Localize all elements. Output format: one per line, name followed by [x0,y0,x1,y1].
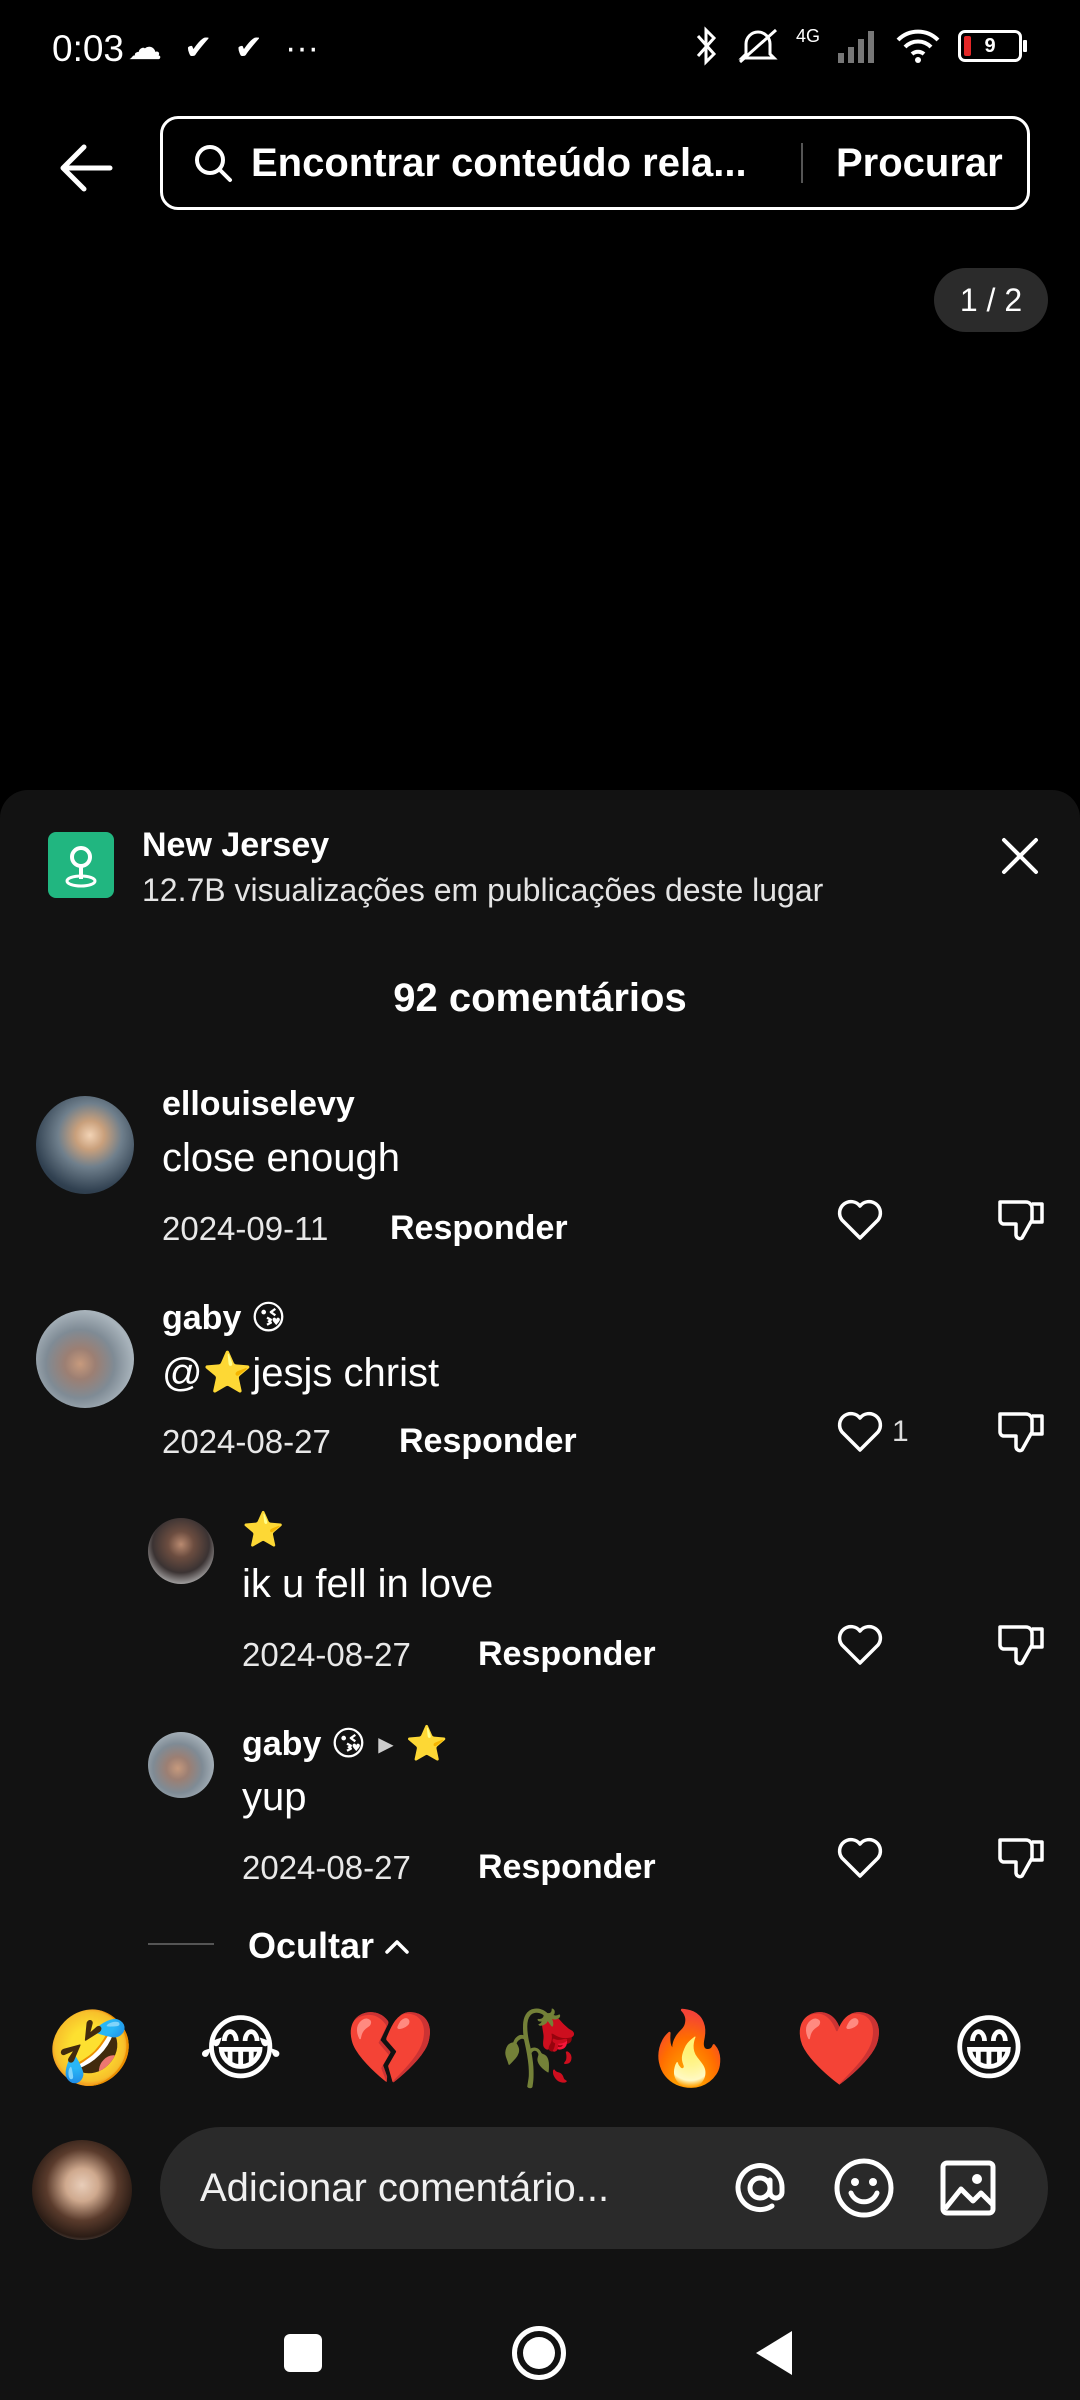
close-icon [1002,838,1038,874]
reply-to-user[interactable]: ⭐ [406,1724,448,1764]
emoji-picker-button[interactable] [832,2156,896,2220]
hide-replies-button[interactable]: Ocultar [248,1925,410,1967]
location-views: 12.7B visualizações em publicações deste… [142,872,824,908]
search-bar[interactable]: Encontrar conteúdo rela... Procurar [160,116,1030,210]
avatar[interactable] [148,1518,214,1584]
wifi-icon [896,29,940,63]
system-nav-bar [0,2290,1080,2400]
comment-date: 2024-09-11 [162,1210,329,1247]
check-icon: ✔ [234,29,264,67]
at-sign-icon [735,2163,785,2213]
comment-username[interactable]: gaby 😘 [162,1298,286,1338]
emoji-button[interactable]: 😁 [934,2006,1044,2091]
status-bar: 0:03 ☁ ✔ ✔ ··· 4G 9 [0,0,1080,100]
emoji-button[interactable]: ❤️ [784,2006,894,2091]
reply-username[interactable]: ⭐ [242,1510,284,1550]
search-divider [801,143,803,183]
reply-author[interactable]: gaby 😘 [242,1724,366,1764]
home-button[interactable] [512,2326,566,2380]
reply-button[interactable]: Responder [399,1422,577,1461]
current-user-avatar[interactable] [32,2140,132,2240]
comment-username[interactable]: ellouiselevy [162,1085,355,1124]
search-input[interactable]: Encontrar conteúdo rela... [251,141,771,186]
smiley-icon [834,2158,894,2218]
home-dot-icon [523,2337,555,2369]
emoji-button[interactable]: 🤣 [36,2006,146,2091]
emoji-button[interactable]: 😂 [186,2006,296,2091]
signal-4g-icon [838,31,874,63]
avatar[interactable] [148,1732,214,1798]
battery-level: 9 [984,34,996,57]
arrow-left-icon [60,144,113,192]
comment-input-placeholder[interactable]: Adicionar comentário... [200,2166,720,2211]
status-right-icons: 4G 9 [692,26,1027,66]
quick-emoji-row: 🤣 😂 💔 🥀 🔥 ❤️ 😁 [36,2006,1044,2091]
comment-input[interactable]: Adicionar comentário... [160,2127,1048,2249]
location-pin-icon [65,846,97,888]
check-icon: ✔ [184,29,213,67]
heart-icon[interactable] [834,1404,886,1456]
location-badge[interactable] [48,832,114,898]
thumbs-down-icon[interactable] [996,1830,1048,1882]
reply-button[interactable]: Responder [478,1848,656,1887]
avatar[interactable] [36,1096,134,1194]
back-triangle-icon[interactable] [752,2328,796,2378]
back-button[interactable] [46,128,126,208]
reply-username[interactable]: gaby 😘 ▶ ⭐ [242,1724,448,1764]
thumbs-down-icon[interactable] [996,1617,1048,1669]
mention-button[interactable] [728,2156,792,2220]
mute-icon [738,28,778,64]
image-attach-button[interactable] [936,2156,1000,2220]
emoji-button[interactable]: 🔥 [635,2006,745,2091]
emoji-button[interactable]: 🥀 [485,2006,595,2091]
comments-count: 92 comentários [393,976,687,1020]
location-name[interactable]: New Jersey [142,826,329,865]
hide-divider [148,1943,214,1945]
caret-right-icon: ▶ [378,1733,394,1756]
heart-icon[interactable] [834,1192,886,1244]
bluetooth-icon [696,26,717,66]
cloud-icon: ☁ [128,29,162,67]
search-button[interactable]: Procurar [836,141,1003,186]
hide-label: Ocultar [248,1925,375,1966]
reply-text: yup [242,1775,307,1819]
close-button[interactable] [996,832,1044,880]
reply-date: 2024-08-27 [242,1849,411,1886]
comment-date: 2024-08-27 [162,1423,331,1460]
thumbs-down-icon[interactable] [996,1404,1048,1456]
emoji-button[interactable]: 💔 [335,2006,445,2091]
network-type-label: 4G [795,26,820,46]
status-left-icons: ☁ ✔ ✔ ··· [128,28,319,68]
heart-icon[interactable] [834,1617,886,1669]
composer-icons [728,2156,1000,2220]
search-icon [195,145,232,182]
chevron-up-icon [385,1940,409,1954]
avatar[interactable] [36,1310,134,1408]
reply-date: 2024-08-27 [242,1636,411,1673]
reply-button[interactable]: Responder [478,1635,656,1674]
reply-button[interactable]: Responder [390,1209,568,1248]
comment-text: close enough [162,1136,400,1180]
image-icon [940,2160,996,2216]
like-count: 1 [892,1415,909,1448]
thumbs-down-icon[interactable] [996,1192,1048,1244]
comment-text: @⭐jesjs christ [162,1351,440,1395]
battery-icon: 9 [958,30,1027,62]
heart-icon[interactable] [834,1830,886,1882]
recent-apps-button[interactable] [284,2334,322,2372]
page-indicator: 1 / 2 [934,268,1048,332]
reply-text: ik u fell in love [242,1562,494,1606]
status-time: 0:03 [52,28,125,69]
more-dots-icon: ··· [285,28,319,67]
